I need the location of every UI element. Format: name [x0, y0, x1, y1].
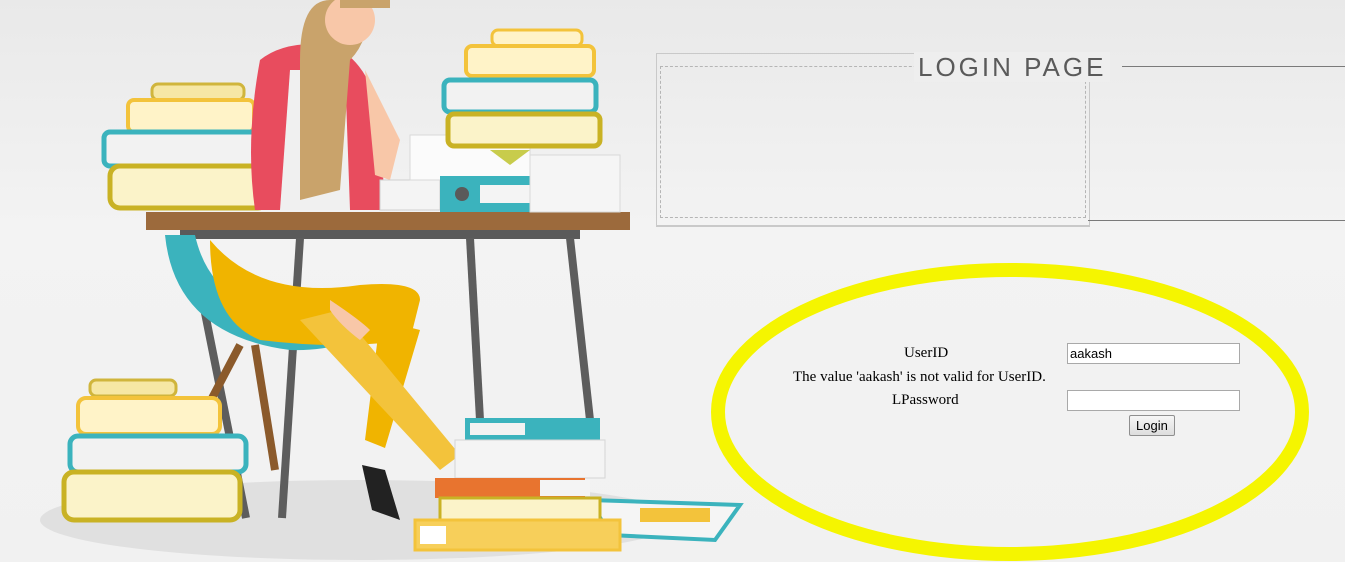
hero-illustration [40, 0, 744, 560]
book-stack-left-top [101, 82, 271, 211]
fieldset-rule [656, 226, 1090, 227]
login-fieldset-inner [660, 66, 1086, 218]
book-tab [640, 508, 710, 522]
chair-leg [251, 344, 279, 471]
password-input[interactable] [1067, 390, 1240, 411]
legend-rule [1122, 66, 1345, 67]
userid-input[interactable] [1067, 343, 1240, 364]
desk-leg [278, 237, 304, 519]
desk-frame [180, 230, 580, 239]
password-label: LPassword [892, 392, 959, 408]
book-stack-desk [441, 28, 603, 149]
legend-rule [1088, 220, 1345, 221]
book-stack-floor-left [61, 378, 249, 523]
desk-leg [566, 237, 594, 421]
login-button[interactable]: Login [1129, 415, 1175, 436]
page-title: LOGIN PAGE [914, 52, 1111, 82]
desk-leg [466, 237, 484, 421]
desk-top [146, 212, 630, 230]
userid-label: UserID [904, 345, 949, 361]
validation-error: The value 'aakash' is not valid for User… [793, 369, 1046, 385]
